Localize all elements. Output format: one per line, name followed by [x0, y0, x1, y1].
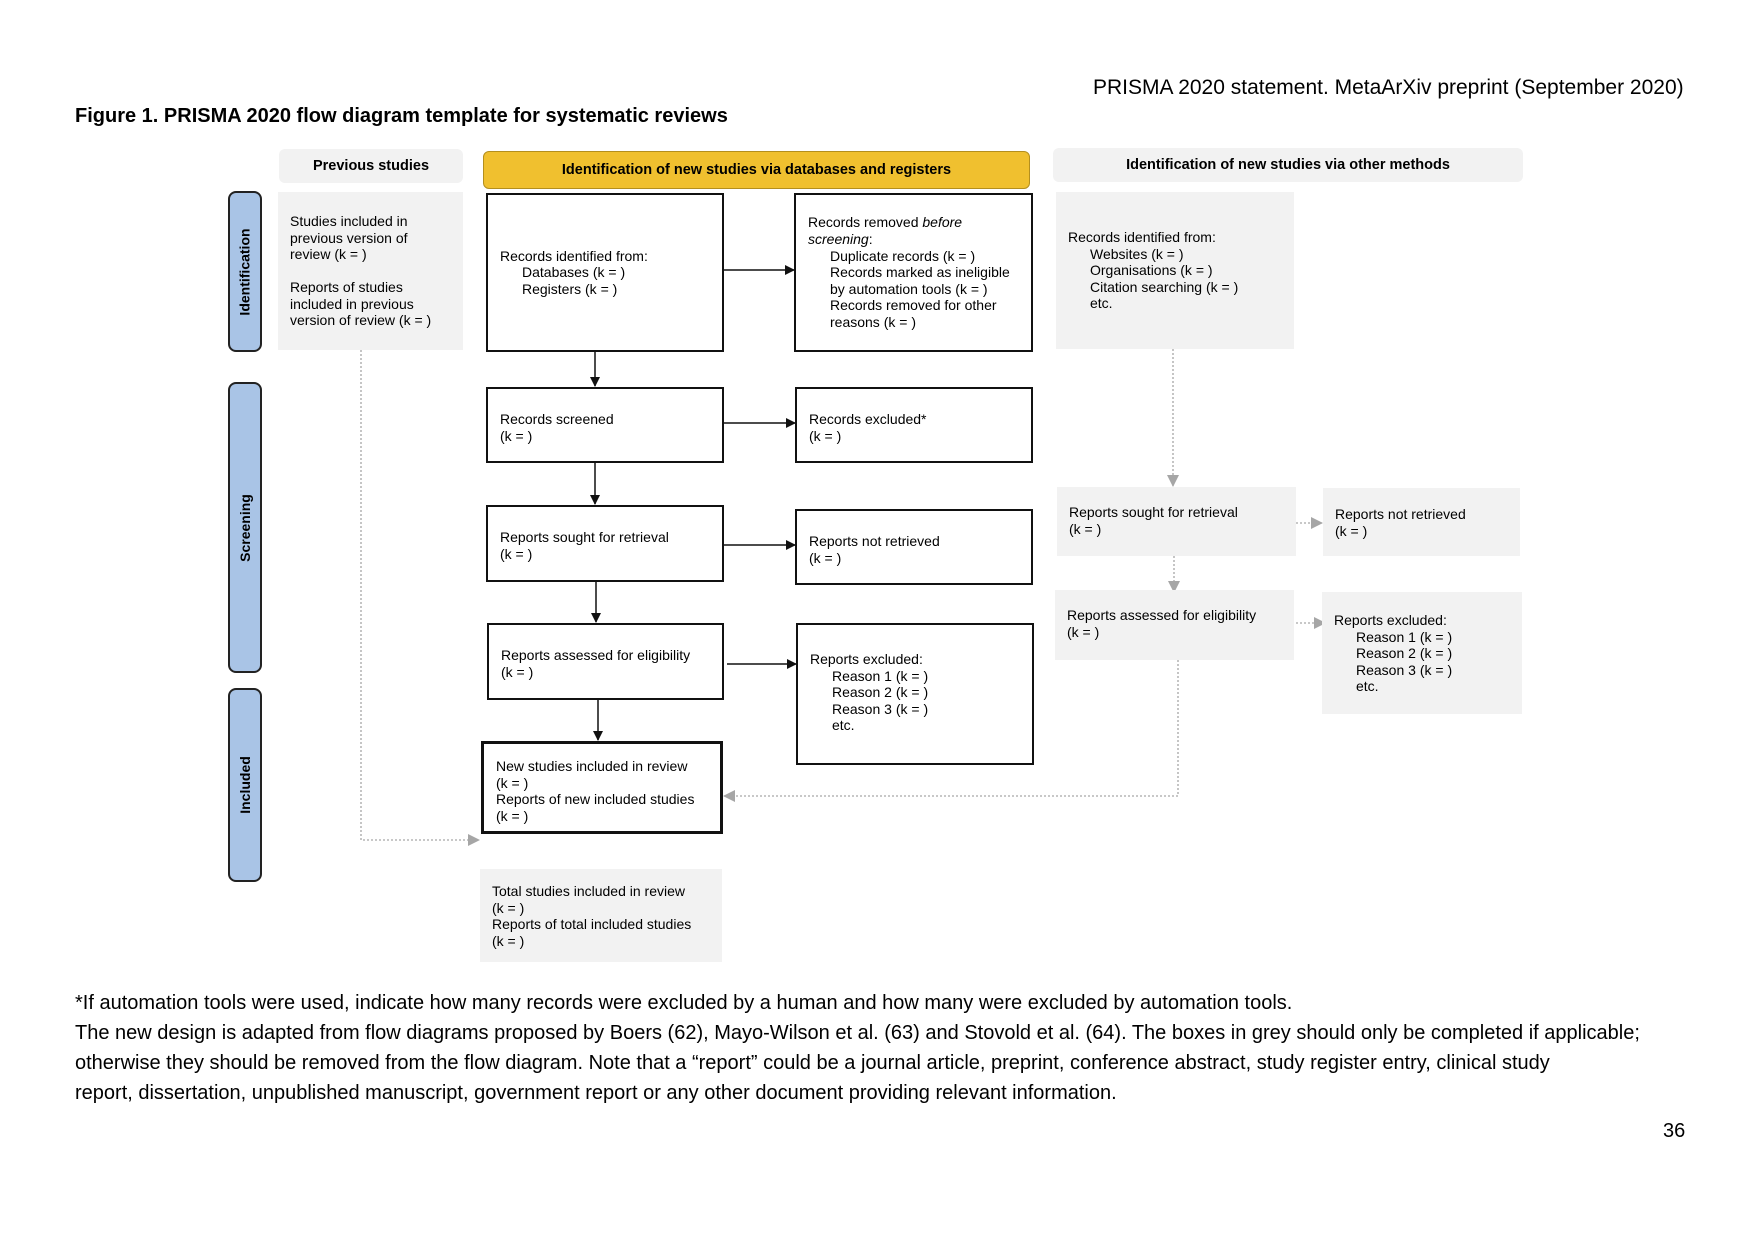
- box-reports-not-retrieved: Reports not retrieved (k = ): [795, 509, 1033, 585]
- phase-tab-included: Included: [228, 688, 262, 882]
- title-emphasis-2: screening: [808, 231, 869, 248]
- box-title: Records removed before: [808, 214, 1019, 231]
- footnote-automation: *If automation tools were used, indicate…: [75, 992, 1293, 1014]
- text-line: previous version of: [290, 229, 408, 246]
- list-item: Organisations (k = ): [1090, 262, 1213, 279]
- box-title: Reports assessed for eligibility: [501, 647, 691, 663]
- list-item: Websites (k = ): [1090, 245, 1184, 262]
- list-item: Duplicate records (k = ): [830, 247, 976, 264]
- title-emphasis: before: [922, 214, 963, 231]
- footnote-line: report, dissertation, unpublished manusc…: [75, 1082, 1117, 1104]
- box-reports-excluded: Reports excluded: Reason 1 (k = ) Reason…: [796, 623, 1034, 765]
- phase-tab-identification-label: Identification: [237, 227, 253, 316]
- box-other-reports-assessed: Reports assessed for eligibility (k = ): [1055, 590, 1294, 660]
- list-item: by automation tools (k = ): [830, 280, 988, 297]
- phase-tab-screening-label: Screening: [237, 493, 254, 562]
- figure-title: Figure 1. PRISMA 2020 flow diagram templ…: [75, 105, 728, 127]
- box-title: Reports excluded:: [1334, 612, 1447, 628]
- box-title: Records excluded*: [809, 411, 927, 427]
- page-number: 36: [1663, 1120, 1686, 1142]
- header-other-methods-label: Identification of new studies via other …: [1126, 157, 1450, 173]
- box-count: (k = ): [1067, 623, 1100, 640]
- box-records-removed: Records removed before screening: Duplic…: [794, 193, 1033, 352]
- box-count: (k = ): [1069, 520, 1102, 537]
- text-line: (k = ): [496, 774, 529, 791]
- box-title: Records identified from:: [500, 247, 648, 264]
- list-item: Reason 2 (k = ): [832, 684, 929, 701]
- box-records-screened: Records screened (k = ): [486, 387, 724, 463]
- header-databases-registers: Identification of new studies via databa…: [483, 151, 1030, 189]
- text-line: version of review (k = ): [290, 312, 432, 329]
- list-item: etc.: [1090, 295, 1113, 312]
- header-other-methods: Identification of new studies via other …: [1053, 148, 1523, 182]
- box-count: (k = ): [500, 545, 533, 562]
- box-other-reports-excluded: Reports excluded: Reason 1 (k = ) Reason…: [1322, 592, 1522, 714]
- box-previous-studies: Studies included in previous version of …: [278, 192, 463, 350]
- box-count: (k = ): [501, 663, 534, 680]
- text-line: review (k = ): [290, 246, 367, 263]
- box-title: Records identified from:: [1068, 229, 1216, 246]
- list-item: Citation searching (k = ): [1090, 278, 1239, 295]
- box-other-reports-sought: Reports sought for retrieval (k = ): [1057, 487, 1296, 556]
- list-item: Reason 3 (k = ): [1356, 661, 1453, 678]
- list-item: etc.: [832, 717, 855, 734]
- header-previous-studies: Previous studies: [279, 149, 463, 183]
- footnote-line: otherwise they should be removed from th…: [75, 1052, 1550, 1074]
- box-new-studies-included: New studies included in review (k = ) Re…: [481, 741, 723, 834]
- list-item: Records removed for other: [830, 297, 997, 314]
- box-title: Reports excluded:: [810, 651, 923, 667]
- title-suffix: :: [868, 231, 873, 248]
- box-title: Records screened: [500, 411, 614, 427]
- box-title: Reports not retrieved: [1335, 506, 1466, 522]
- list-item: Reason 2 (k = ): [1356, 645, 1453, 662]
- phase-tab-screening: Screening: [228, 382, 262, 673]
- text-line: Total studies included in review: [492, 883, 685, 899]
- box-count: (k = ): [809, 427, 842, 444]
- box-title-line2: screening:: [808, 231, 1019, 248]
- box-count: (k = ): [809, 549, 842, 566]
- phase-tab-identification: Identification: [228, 191, 262, 352]
- box-reports-sought: Reports sought for retrieval (k = ): [486, 505, 724, 582]
- text-line: (k = ): [496, 807, 529, 824]
- box-total-included: Total studies included in review (k = ) …: [480, 869, 722, 962]
- box-records-identified: Records identified from: Databases (k = …: [486, 193, 724, 352]
- list-item: Records marked as ineligible: [830, 264, 1010, 281]
- box-records-excluded: Records excluded* (k = ): [795, 387, 1033, 463]
- box-title: Reports sought for retrieval: [500, 529, 669, 545]
- phase-tab-included-label: Included: [237, 756, 253, 814]
- list-item: Reason 1 (k = ): [832, 667, 929, 684]
- list-item: etc.: [1356, 678, 1379, 695]
- list-item: Registers (k = ): [522, 280, 618, 297]
- arrow-previous-to-total: [360, 350, 480, 846]
- list-item: Databases (k = ): [522, 264, 626, 281]
- header-previous-studies-label: Previous studies: [312, 158, 430, 174]
- box-title: Reports sought for retrieval: [1069, 504, 1238, 520]
- text-line: Studies included in: [290, 213, 408, 230]
- text-line: New studies included in review: [496, 758, 688, 774]
- box-title: Reports not retrieved: [809, 533, 940, 549]
- footnote-line: The new design is adapted from flow diag…: [75, 1022, 1640, 1044]
- text-line: Reports of total included studies: [492, 916, 692, 933]
- header-databases-registers-label: Identification of new studies via databa…: [561, 162, 952, 178]
- title-prefix: Records removed: [808, 214, 923, 231]
- list-item: Reason 3 (k = ): [832, 700, 929, 717]
- running-head: PRISMA 2020 statement. MetaArXiv preprin…: [1093, 76, 1684, 99]
- box-other-records-identified: Records identified from: Websites (k = )…: [1056, 192, 1294, 349]
- list-item: Reason 1 (k = ): [1356, 628, 1453, 645]
- text-line: (k = ): [492, 932, 525, 949]
- text-line: Reports of studies: [290, 279, 403, 295]
- text-line: Reports of new included studies: [496, 791, 695, 808]
- box-count: (k = ): [500, 427, 533, 444]
- box-other-reports-not-retrieved: Reports not retrieved (k = ): [1323, 488, 1520, 556]
- box-title: Reports assessed for eligibility: [1067, 607, 1257, 623]
- box-reports-assessed: Reports assessed for eligibility (k = ): [487, 623, 724, 700]
- box-count: (k = ): [1335, 522, 1368, 539]
- list-item: reasons (k = ): [830, 313, 916, 330]
- text-line: included in previous: [290, 295, 414, 312]
- text-line: (k = ): [492, 899, 525, 916]
